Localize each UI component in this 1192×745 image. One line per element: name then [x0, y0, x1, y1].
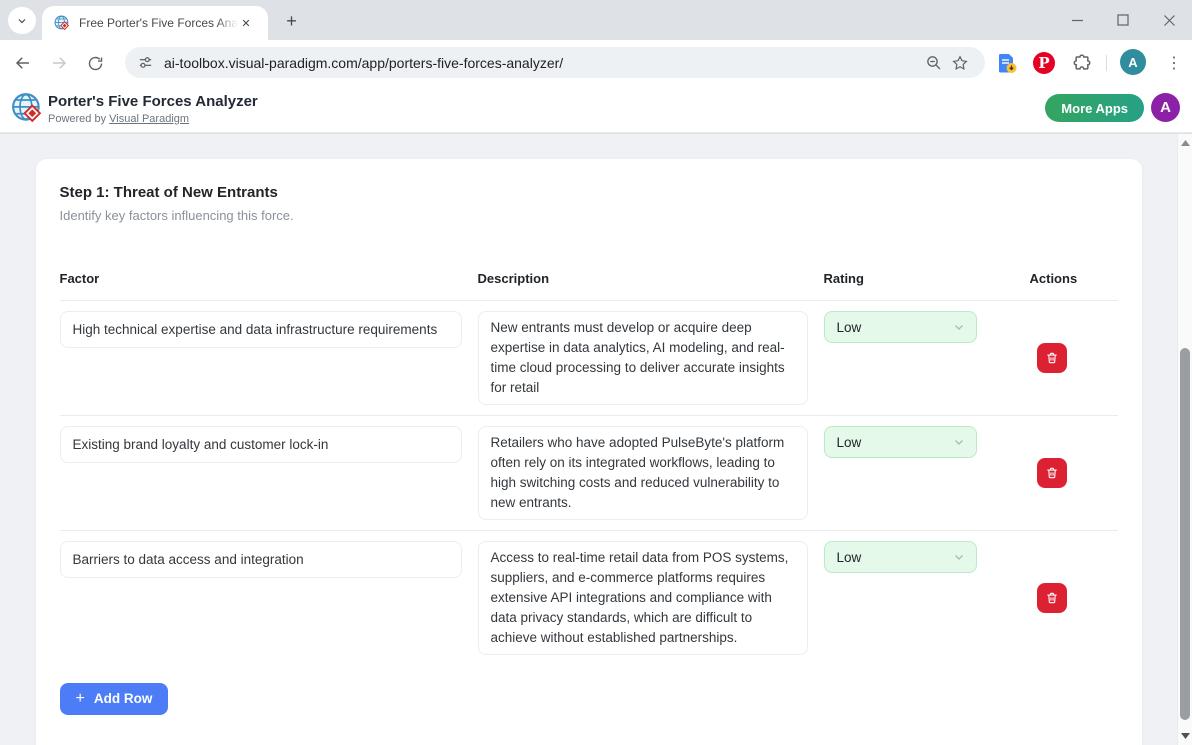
forward-arrow-icon [50, 54, 68, 72]
table-header-row: Factor Description Rating Actions [60, 271, 1118, 301]
visual-paradigm-logo [11, 92, 45, 126]
puzzle-icon [1072, 53, 1092, 73]
user-avatar[interactable]: A [1151, 93, 1180, 122]
more-apps-button[interactable]: More Apps [1045, 94, 1144, 122]
column-header-actions: Actions [1030, 271, 1118, 286]
pinterest-icon: P [1033, 52, 1055, 74]
chevron-down-icon [952, 435, 966, 449]
table-row: Barriers to data access and integration … [60, 531, 1118, 665]
add-row-label: Add Row [94, 691, 153, 706]
rating-value: Low [837, 435, 862, 450]
minimize-icon [1071, 14, 1084, 27]
triangle-down-icon [1181, 733, 1190, 739]
add-row-button[interactable]: + Add Row [60, 683, 169, 715]
star-icon [951, 54, 969, 72]
pinterest-extension-button[interactable]: P [1030, 49, 1058, 77]
window-controls [1054, 0, 1192, 40]
document-download-icon [996, 52, 1018, 74]
page-title: Porter's Five Forces Analyzer [48, 93, 258, 110]
column-header-rating: Rating [824, 271, 1030, 286]
site-settings-icon[interactable] [137, 54, 154, 71]
zoom-out-button[interactable] [921, 50, 947, 76]
browser-menu-button[interactable]: ⋮ [1160, 49, 1188, 77]
delete-row-button[interactable] [1037, 343, 1067, 373]
step-card: Step 1: Threat of New Entrants Identify … [35, 158, 1143, 745]
zoom-minus-icon [925, 54, 943, 72]
new-tab-button[interactable]: + [281, 10, 302, 31]
chevron-down-icon [16, 15, 28, 27]
trash-icon [1045, 351, 1059, 365]
page-content: Step 1: Threat of New Entrants Identify … [0, 134, 1177, 745]
powered-by-link[interactable]: Visual Paradigm [109, 113, 189, 125]
rating-select[interactable]: Low [824, 426, 977, 458]
chevron-down-icon [952, 320, 966, 334]
rating-select[interactable]: Low [824, 311, 977, 343]
factor-input[interactable]: Existing brand loyalty and customer lock… [60, 426, 462, 463]
scroll-up-arrow-icon[interactable] [1178, 136, 1192, 150]
back-button[interactable] [9, 49, 37, 77]
vertical-scrollbar[interactable] [1177, 134, 1192, 745]
tab-close-icon[interactable]: ✕ [237, 14, 255, 32]
trash-icon [1045, 466, 1059, 480]
browser-tab[interactable]: Free Porter's Five Forces Analyz ✕ [42, 6, 268, 40]
scroll-down-arrow-icon[interactable] [1178, 729, 1192, 743]
back-arrow-icon [14, 54, 32, 72]
delete-row-button[interactable] [1037, 458, 1067, 488]
rating-value: Low [837, 550, 862, 565]
description-input[interactable]: New entrants must develop or acquire dee… [478, 311, 808, 405]
url-bar[interactable]: ai-toolbox.visual-paradigm.com/app/porte… [125, 47, 985, 78]
tab-strip: Free Porter's Five Forces Analyz ✕ + [0, 0, 1192, 40]
extension-downloader-button[interactable] [993, 49, 1021, 77]
description-input[interactable]: Access to real-time retail data from POS… [478, 541, 808, 655]
trash-icon [1045, 591, 1059, 605]
url-text[interactable]: ai-toolbox.visual-paradigm.com/app/porte… [164, 55, 921, 71]
browser-window: Free Porter's Five Forces Analyz ✕ + ai-… [0, 0, 1192, 745]
tab-search-button[interactable] [8, 7, 36, 34]
close-button[interactable] [1146, 0, 1192, 40]
close-icon [1163, 14, 1176, 27]
powered-by: Powered by Visual Paradigm [48, 113, 189, 125]
table-row: High technical expertise and data infras… [60, 301, 1118, 416]
factor-input[interactable]: High technical expertise and data infras… [60, 311, 462, 348]
visual-paradigm-favicon [54, 15, 71, 32]
extensions-button[interactable] [1068, 49, 1096, 77]
browser-profile-avatar[interactable]: A [1120, 49, 1146, 75]
maximize-icon [1117, 14, 1129, 26]
tab-title: Free Porter's Five Forces Analyz [79, 16, 237, 30]
powered-by-prefix: Powered by [48, 113, 106, 125]
browser-toolbar: ai-toolbox.visual-paradigm.com/app/porte… [0, 40, 1192, 85]
rating-select[interactable]: Low [824, 541, 977, 573]
reload-icon [87, 55, 104, 72]
factors-table: Factor Description Rating Actions High t… [60, 271, 1118, 665]
reload-button[interactable] [81, 49, 109, 77]
bookmark-star-button[interactable] [947, 50, 973, 76]
column-header-factor: Factor [60, 271, 478, 286]
scrollbar-thumb[interactable] [1180, 348, 1190, 720]
table-row: Existing brand loyalty and customer lock… [60, 416, 1118, 531]
toolbar-separator [1106, 55, 1107, 71]
step-title: Step 1: Threat of New Entrants [60, 184, 1118, 201]
step-subtitle: Identify key factors influencing this fo… [60, 208, 1118, 223]
triangle-up-icon [1181, 140, 1190, 146]
delete-row-button[interactable] [1037, 583, 1067, 613]
factor-input[interactable]: Barriers to data access and integration [60, 541, 462, 578]
app-header: Porter's Five Forces Analyzer Powered by… [0, 85, 1192, 133]
minimize-button[interactable] [1054, 0, 1100, 40]
rating-value: Low [837, 320, 862, 335]
forward-button[interactable] [45, 49, 73, 77]
description-input[interactable]: Retailers who have adopted PulseByte's p… [478, 426, 808, 520]
plus-icon: + [76, 692, 85, 706]
chevron-down-icon [952, 550, 966, 564]
column-header-description: Description [478, 271, 824, 286]
tab-title-fade [216, 10, 238, 36]
maximize-button[interactable] [1100, 0, 1146, 40]
